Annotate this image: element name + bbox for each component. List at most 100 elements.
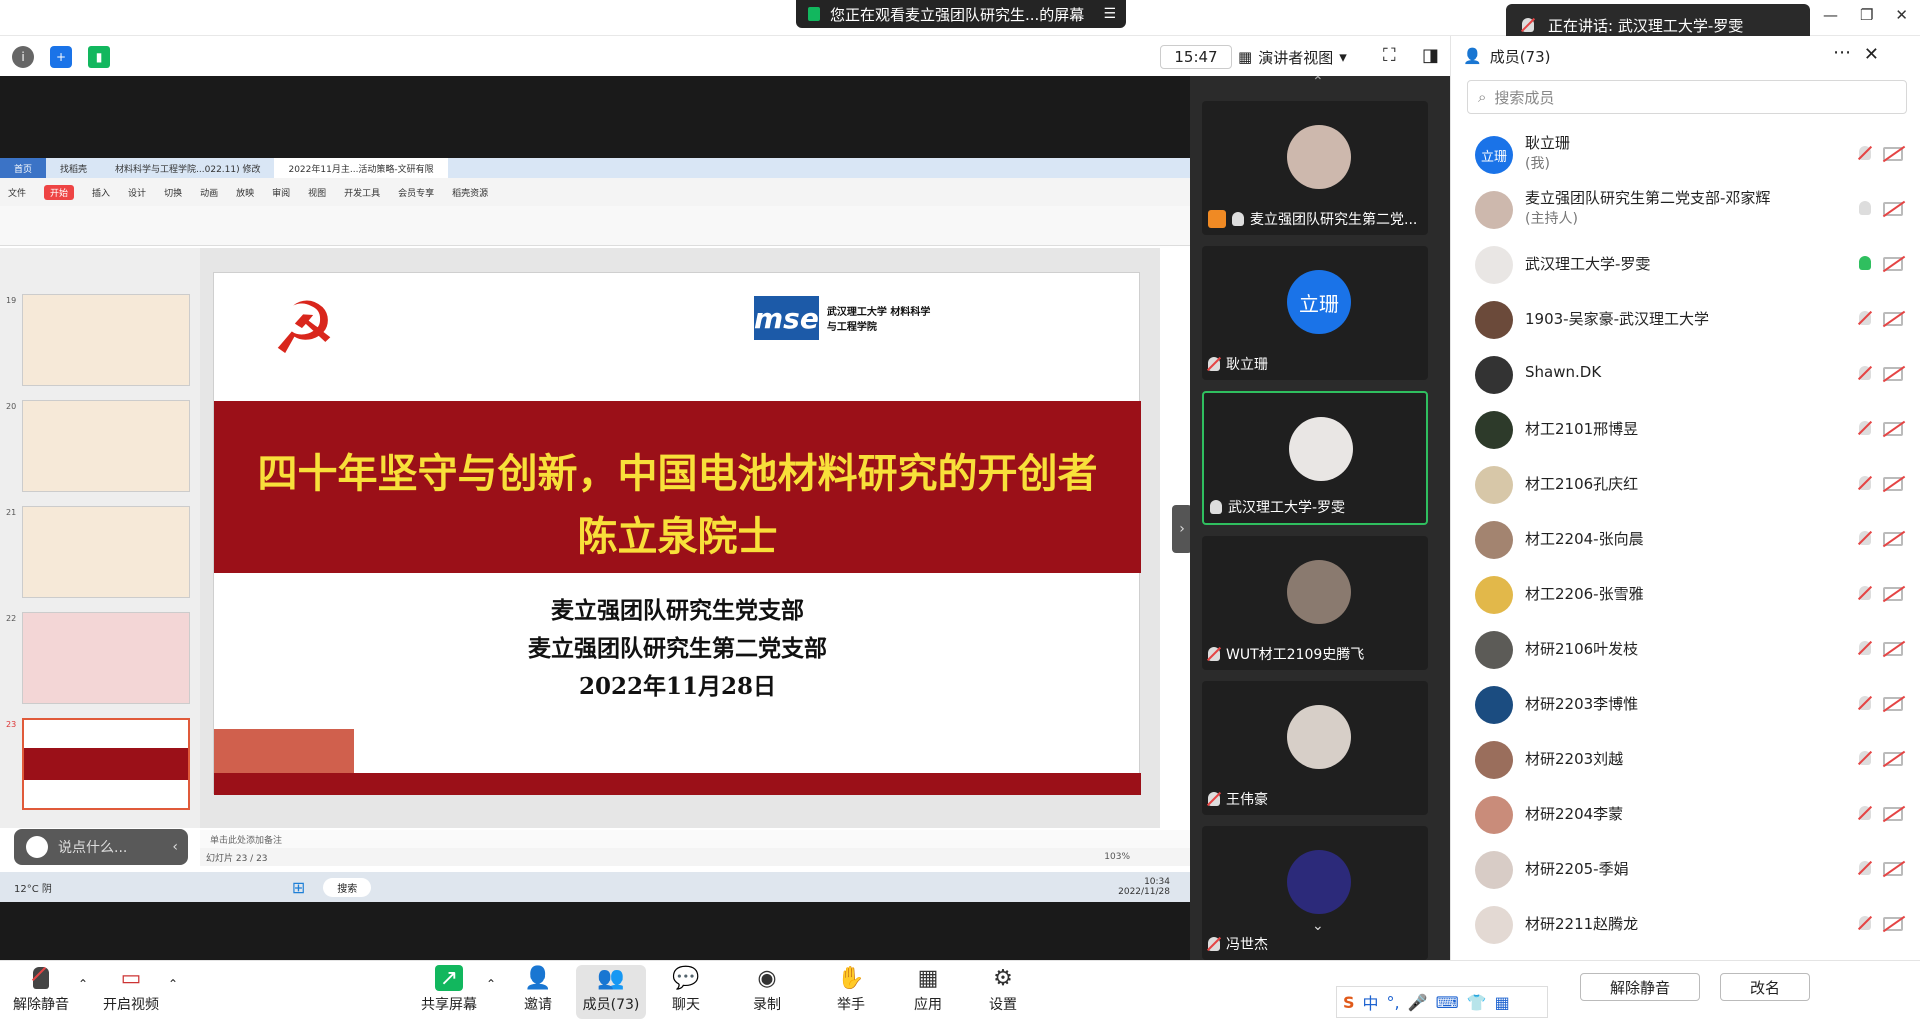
mic-muted-icon[interactable]: [1859, 916, 1871, 930]
share-banner[interactable]: 您正在观看麦立强团队研究生...的屏幕 ☰: [796, 0, 1126, 28]
ime-mic-icon[interactable]: 🎤: [1408, 993, 1428, 1012]
close-window-icon[interactable]: ✕: [1895, 6, 1908, 30]
wps-tab-home[interactable]: 首页: [0, 158, 47, 178]
mic-muted-icon[interactable]: [1859, 641, 1871, 655]
fullscreen-icon[interactable]: ⛶: [1383, 45, 1396, 66]
more-icon[interactable]: ⋯: [1833, 42, 1851, 63]
sidebar-toggle-icon[interactable]: ◨: [1422, 45, 1439, 66]
member-row[interactable]: 材研2106叶发枝: [1451, 621, 1920, 676]
wps-menu-item[interactable]: 设计: [128, 186, 146, 199]
mic-muted-icon[interactable]: [1859, 146, 1871, 160]
member-row[interactable]: Shawn.DK: [1451, 346, 1920, 401]
member-row[interactable]: 材研2203李博惟: [1451, 676, 1920, 731]
slide-thumbnail[interactable]: [22, 294, 190, 386]
unmute-all-button[interactable]: 解除静音: [1580, 973, 1700, 1001]
member-row[interactable]: 麦立强团队研究生第二党支部-邓家辉 (主持人): [1451, 181, 1920, 236]
camera-off-icon[interactable]: [1883, 147, 1903, 161]
minimize-icon[interactable]: —: [1823, 6, 1838, 30]
ime-toolbar[interactable]: S 中 °, 🎤 ⌨ 👕 ▦: [1336, 986, 1548, 1018]
camera-off-icon[interactable]: [1883, 532, 1903, 546]
camera-off-icon[interactable]: [1883, 587, 1903, 601]
camera-off-icon[interactable]: [1883, 917, 1903, 931]
camera-off-icon[interactable]: [1883, 312, 1903, 326]
taskbar-search[interactable]: 搜索: [323, 877, 372, 897]
member-row[interactable]: 材研2211赵腾龙: [1451, 896, 1920, 946]
chevron-up-icon[interactable]: ⌃: [78, 977, 88, 991]
video-tile-speaking[interactable]: 武汉理工大学-罗雯: [1202, 391, 1428, 525]
wps-menu-item[interactable]: 视图: [308, 186, 326, 199]
camera-off-icon[interactable]: [1883, 862, 1903, 876]
wps-menu-item[interactable]: 动画: [200, 186, 218, 199]
chevron-left-icon[interactable]: ‹: [172, 839, 178, 855]
member-row[interactable]: 武汉理工大学-罗雯: [1451, 236, 1920, 291]
slide-thumbnail[interactable]: [22, 400, 190, 492]
video-button[interactable]: ▭ 开启视频: [96, 965, 166, 1019]
camera-off-icon[interactable]: [1883, 697, 1903, 711]
unmute-button[interactable]: 解除静音: [6, 965, 76, 1019]
camera-off-icon[interactable]: [1883, 807, 1903, 821]
zoom-level[interactable]: 103%: [1104, 852, 1130, 862]
wps-menu-item-active[interactable]: 开始: [44, 184, 75, 200]
mic-muted-icon[interactable]: [1859, 476, 1871, 490]
apps-button[interactable]: ▦ 应用: [893, 965, 963, 1019]
member-row[interactable]: 材工2206-张雪雅: [1451, 566, 1920, 621]
windows-start-icon[interactable]: ⊞: [292, 878, 305, 897]
chat-bubble[interactable]: 说点什么... ‹: [14, 829, 188, 865]
share-screen-button[interactable]: ↗ 共享屏幕: [414, 965, 484, 1019]
ime-keyboard-icon[interactable]: ⌨: [1436, 993, 1459, 1012]
slide-thumbnail-active[interactable]: [22, 718, 190, 810]
wps-menu-item[interactable]: 稻壳资源: [452, 186, 488, 199]
mic-muted-icon[interactable]: [1859, 421, 1871, 435]
wps-menu-item[interactable]: 放映: [236, 186, 254, 199]
mic-muted-icon[interactable]: [1859, 366, 1871, 380]
emoji-icon[interactable]: [26, 836, 48, 858]
member-row[interactable]: 材工2204-张向晨: [1451, 511, 1920, 566]
collapse-strip-button[interactable]: ›: [1172, 505, 1192, 553]
video-tile[interactable]: WUT材工2109史腾飞: [1202, 536, 1428, 670]
ime-skin-icon[interactable]: 👕: [1467, 993, 1487, 1012]
maximize-icon[interactable]: ❐: [1860, 6, 1873, 30]
view-switch-button[interactable]: ▦ 演讲者视图 ▾: [1238, 45, 1368, 69]
notes-bar[interactable]: 单击此处添加备注: [200, 830, 1190, 848]
video-tile[interactable]: 立珊 耿立珊: [1202, 246, 1428, 380]
wps-menu-item[interactable]: 审阅: [272, 186, 290, 199]
member-row[interactable]: 材工2106孔庆红: [1451, 456, 1920, 511]
video-tile[interactable]: 麦立强团队研究生第二党...: [1202, 101, 1428, 235]
member-row[interactable]: 1903-吴家豪-武汉理工大学: [1451, 291, 1920, 346]
wps-tab[interactable]: 找稻壳: [46, 158, 101, 178]
chevron-up-icon[interactable]: ⌃: [1312, 74, 1324, 90]
rename-button[interactable]: 改名: [1720, 973, 1810, 1001]
wps-menu-item[interactable]: 切换: [164, 186, 182, 199]
wps-menu-item[interactable]: 会员专享: [398, 186, 434, 199]
member-row[interactable]: 材研2205-季娟: [1451, 841, 1920, 896]
camera-off-icon[interactable]: [1883, 642, 1903, 656]
raise-hand-button[interactable]: ✋ 举手: [816, 965, 886, 1019]
signal-icon[interactable]: ▮: [88, 46, 110, 68]
camera-off-icon[interactable]: [1883, 752, 1903, 766]
mic-muted-icon[interactable]: [1859, 806, 1871, 820]
slide-thumbnail[interactable]: [22, 612, 190, 704]
member-row[interactable]: 立珊 耿立珊 (我): [1451, 126, 1920, 181]
wps-tab[interactable]: 材料科学与工程学院...022.11) 修改: [101, 158, 274, 178]
record-button[interactable]: ◉ 录制: [732, 965, 802, 1019]
mic-muted-icon[interactable]: [1859, 531, 1871, 545]
video-tile[interactable]: 王伟豪: [1202, 681, 1428, 815]
wps-menu-item[interactable]: 插入: [92, 186, 110, 199]
weather-widget[interactable]: 12°C 阴: [14, 880, 52, 895]
mic-muted-icon[interactable]: [1859, 751, 1871, 765]
camera-off-icon[interactable]: [1883, 202, 1903, 216]
mic-muted-icon[interactable]: [1859, 696, 1871, 710]
mic-muted-icon[interactable]: [1859, 311, 1871, 325]
ime-grid-icon[interactable]: ▦: [1495, 993, 1510, 1012]
member-row[interactable]: 材研2203刘越: [1451, 731, 1920, 786]
video-tile[interactable]: 冯世杰: [1202, 826, 1428, 960]
member-row[interactable]: 材工2101邢博昱: [1451, 401, 1920, 456]
mic-speaking-icon[interactable]: [1859, 256, 1871, 270]
wps-tab-active[interactable]: 2022年11月主...活动策略-文研有限: [274, 158, 448, 178]
settings-button[interactable]: ⚙ 设置: [968, 965, 1038, 1019]
chevron-down-icon[interactable]: ⌄: [1312, 918, 1324, 934]
ime-language[interactable]: 中: [1363, 990, 1379, 1014]
members-button[interactable]: 👥 成员(73): [576, 965, 646, 1019]
shield-icon[interactable]: +: [50, 46, 72, 68]
camera-off-icon[interactable]: [1883, 367, 1903, 381]
